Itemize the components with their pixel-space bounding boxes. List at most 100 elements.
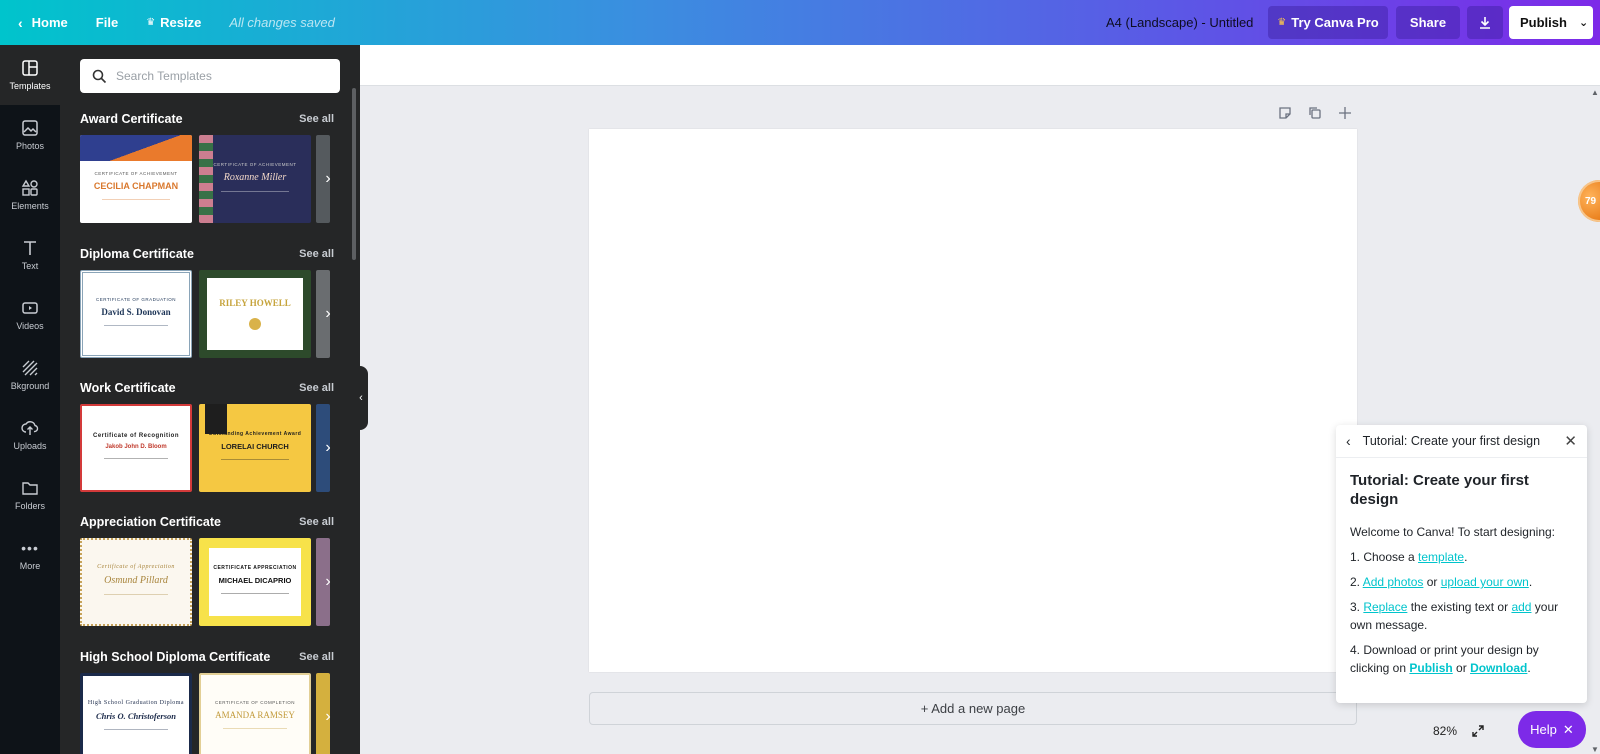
add-new-page-button[interactable]: + Add a new page bbox=[589, 692, 1357, 725]
search-box[interactable] bbox=[80, 59, 340, 93]
background-icon bbox=[22, 360, 38, 376]
template-link[interactable]: template bbox=[1418, 550, 1464, 564]
search-input[interactable] bbox=[116, 69, 316, 83]
duplicate-page-icon[interactable] bbox=[1307, 105, 1323, 121]
tutorial-step-1: 1. Choose a template. bbox=[1350, 550, 1468, 564]
videos-icon bbox=[22, 302, 38, 314]
download-icon bbox=[1480, 16, 1490, 29]
add-photos-link[interactable]: Add photos bbox=[1363, 575, 1424, 589]
template-thumbnail[interactable]: CERTIFICATE OF COMPLETION AMANDA RAMSEY bbox=[199, 673, 311, 754]
template-thumbnail[interactable]: CERTIFICATE OF GRADUATION David S. Donov… bbox=[80, 270, 192, 358]
share-button[interactable]: Share bbox=[1396, 6, 1460, 39]
see-all-link[interactable]: See all bbox=[299, 516, 334, 528]
section-title: Work Certificate bbox=[80, 381, 176, 395]
upload-link[interactable]: upload your own bbox=[1441, 575, 1529, 589]
section-diploma-certificate: Diploma Certificate See all CERTIFICATE … bbox=[80, 244, 360, 358]
publish-button[interactable]: Publish ⌄ bbox=[1509, 6, 1593, 39]
section-title: Diploma Certificate bbox=[80, 247, 194, 261]
tutorial-intro: Welcome to Canva! To start designing: bbox=[1350, 525, 1555, 539]
zoom-control[interactable]: 82% bbox=[1433, 715, 1505, 747]
next-arrow-icon[interactable]: › bbox=[318, 570, 338, 594]
fullscreen-icon[interactable] bbox=[1471, 724, 1485, 738]
tutorial-header: Tutorial: Create your first design bbox=[1362, 434, 1541, 448]
section-high-school-diploma: High School Diploma Certificate See all … bbox=[80, 647, 360, 754]
rail-item-uploads[interactable]: Uploads bbox=[0, 405, 60, 465]
template-thumbnail[interactable]: RILEY HOWELL bbox=[199, 270, 311, 358]
resize-button[interactable]: ♛ Resize bbox=[132, 0, 215, 45]
chevron-left-icon: ‹ bbox=[359, 392, 363, 404]
canvas-scrollbar[interactable]: ▲ ▼ bbox=[1590, 88, 1600, 754]
template-thumbnail[interactable]: CERTIFICATE APPRECIATION MICHAEL DICAPRI… bbox=[199, 538, 311, 626]
templates-panel: Award Certificate See all CERTIFICATE OF… bbox=[60, 45, 360, 754]
text-icon bbox=[24, 241, 36, 255]
add-link[interactable]: add bbox=[1511, 600, 1531, 614]
scroll-up-icon[interactable]: ▲ bbox=[1591, 88, 1599, 97]
template-thumbnail[interactable]: Outstanding Achievement Award LORELAI CH… bbox=[199, 404, 311, 492]
section-title: High School Diploma Certificate bbox=[80, 650, 271, 664]
tutorial-panel: ‹ Tutorial: Create your first design ✕ T… bbox=[1336, 425, 1587, 703]
collapse-panel-button[interactable]: ‹ bbox=[354, 366, 368, 430]
note-icon[interactable] bbox=[1277, 105, 1293, 121]
try-canva-pro-button[interactable]: ♛ Try Canva Pro bbox=[1268, 6, 1388, 39]
seal-icon bbox=[249, 318, 261, 330]
see-all-link[interactable]: See all bbox=[299, 382, 334, 394]
editor-toolbar bbox=[360, 45, 1600, 86]
zoom-value[interactable]: 82% bbox=[1433, 724, 1457, 738]
rail-item-videos[interactable]: Videos bbox=[0, 285, 60, 345]
section-work-certificate: Work Certificate See all Certificate of … bbox=[80, 378, 360, 492]
page-tools bbox=[1277, 105, 1353, 121]
close-icon: ✕ bbox=[1562, 721, 1574, 737]
next-arrow-icon[interactable]: › bbox=[318, 436, 338, 460]
floral-border bbox=[199, 135, 213, 223]
document-title[interactable]: A4 (Landscape) - Untitled bbox=[1106, 0, 1253, 45]
rail-item-folders[interactable]: Folders bbox=[0, 465, 60, 525]
rail-item-photos[interactable]: Photos bbox=[0, 105, 60, 165]
ribbon-decoration bbox=[205, 404, 227, 434]
template-thumbnail[interactable]: High School Graduation Diploma Chris O. … bbox=[80, 673, 192, 754]
panel-scrollbar[interactable] bbox=[352, 88, 356, 260]
template-thumbnail[interactable]: Certificate of Appreciation Osmund Pilla… bbox=[80, 538, 192, 626]
publish-link[interactable]: Publish bbox=[1409, 661, 1452, 675]
replace-link[interactable]: Replace bbox=[1363, 600, 1407, 614]
see-all-link[interactable]: See all bbox=[299, 113, 334, 125]
rail-item-more[interactable]: ••• More bbox=[0, 525, 60, 585]
thumbnail-decoration bbox=[80, 135, 192, 161]
save-status: All changes saved bbox=[229, 15, 335, 30]
section-title: Award Certificate bbox=[80, 112, 183, 126]
crown-icon: ♛ bbox=[1277, 17, 1287, 28]
tutorial-title: Tutorial: Create your first design bbox=[1350, 472, 1529, 508]
template-thumbnail[interactable]: CERTIFICATE OF ACHIEVEMENT Roxanne Mille… bbox=[199, 135, 311, 223]
templates-icon bbox=[22, 60, 38, 76]
rail-item-background[interactable]: Bkground bbox=[0, 345, 60, 405]
download-button[interactable] bbox=[1467, 6, 1503, 39]
rail-item-text[interactable]: Text bbox=[0, 225, 60, 285]
template-thumbnail[interactable]: CERTIFICATE OF ACHIEVEMENT CECILIA CHAPM… bbox=[80, 135, 192, 223]
uploads-icon bbox=[21, 421, 39, 435]
add-page-icon[interactable] bbox=[1337, 105, 1353, 121]
scroll-down-icon[interactable]: ▼ bbox=[1591, 745, 1599, 754]
next-arrow-icon[interactable]: › bbox=[318, 302, 338, 326]
download-link[interactable]: Download bbox=[1470, 661, 1527, 675]
rail-item-templates[interactable]: Templates bbox=[0, 45, 60, 105]
back-icon[interactable]: ‹ bbox=[1346, 433, 1351, 449]
section-award-certificate: Award Certificate See all CERTIFICATE OF… bbox=[80, 109, 360, 223]
file-menu[interactable]: File bbox=[82, 0, 132, 45]
section-appreciation-certificate: Appreciation Certificate See all Certifi… bbox=[80, 512, 360, 626]
tutorial-step-4: 4. Download or print your design by clic… bbox=[1350, 643, 1539, 675]
chevron-left-icon: ‹ bbox=[18, 14, 23, 31]
rail-item-elements[interactable]: Elements bbox=[0, 165, 60, 225]
more-icon: ••• bbox=[21, 540, 39, 556]
tutorial-step-3: 3. Replace the existing text or add your… bbox=[1350, 600, 1559, 632]
next-arrow-icon[interactable]: › bbox=[318, 705, 338, 729]
see-all-link[interactable]: See all bbox=[299, 651, 334, 663]
close-icon[interactable]: ✕ bbox=[1564, 432, 1577, 450]
home-button[interactable]: ‹ Home bbox=[6, 0, 82, 45]
photos-icon bbox=[22, 120, 38, 136]
see-all-link[interactable]: See all bbox=[299, 248, 334, 260]
template-thumbnail[interactable]: Certificate of Recognition Jakob John D.… bbox=[80, 404, 192, 492]
help-button[interactable]: Help ✕ bbox=[1518, 711, 1586, 748]
next-arrow-icon[interactable]: › bbox=[318, 167, 338, 191]
design-canvas[interactable] bbox=[589, 129, 1357, 672]
crown-icon: ♛ bbox=[146, 17, 156, 28]
side-rail: Templates Photos Elements Text Videos Bk… bbox=[0, 45, 60, 754]
